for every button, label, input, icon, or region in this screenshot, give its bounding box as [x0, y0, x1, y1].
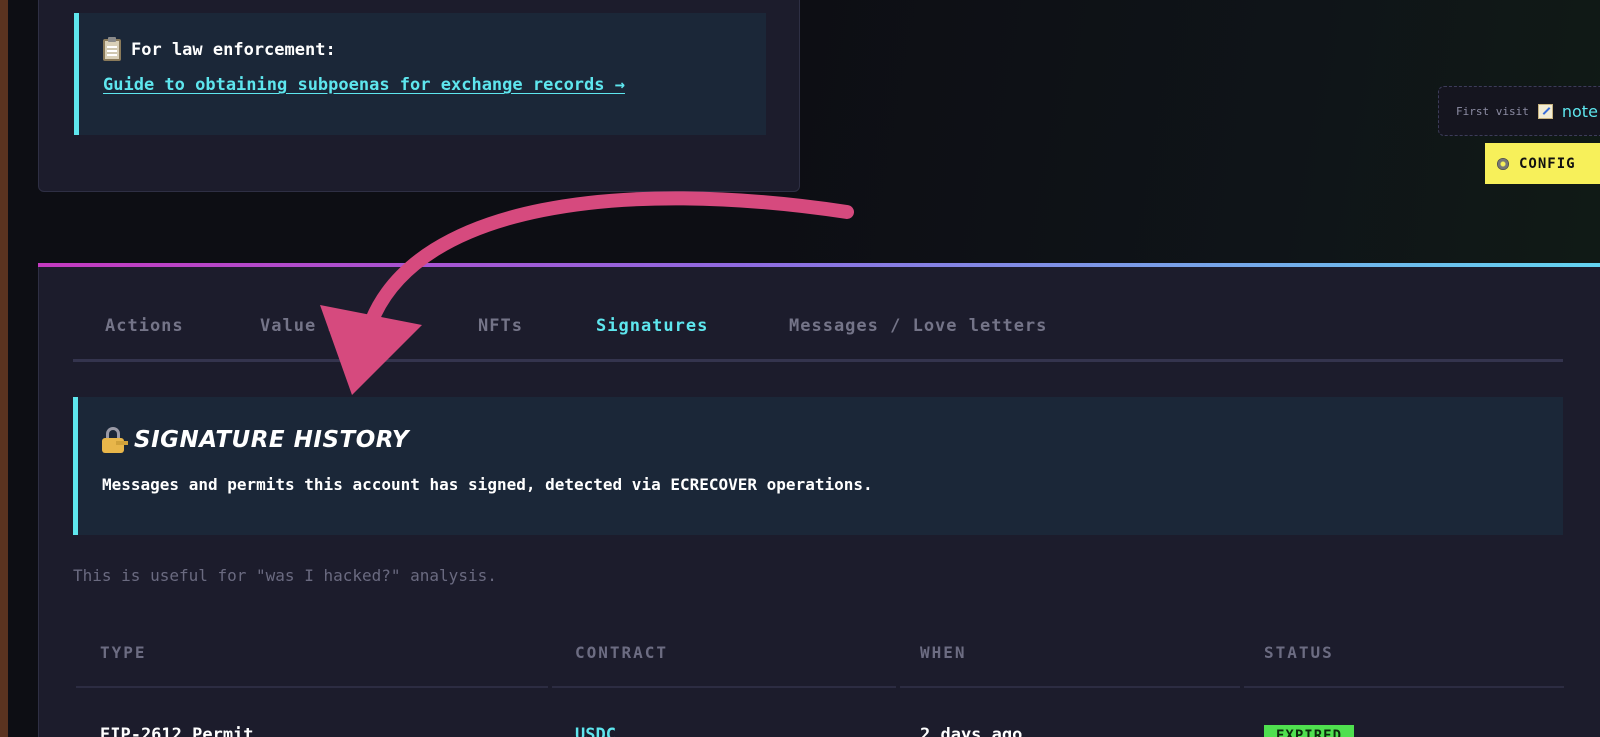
signature-type-cell: EIP-2612 Permit	[100, 725, 254, 737]
signature-history-callout: SIGNATURE HISTORY Messages and permits t…	[73, 397, 1563, 535]
signature-when-cell: 2 days ago	[920, 725, 1023, 737]
config-button[interactable]: CONFIG	[1485, 143, 1600, 184]
signature-history-heading: SIGNATURE HISTORY	[102, 427, 1563, 453]
law-enforcement-heading: For law enforcement:	[103, 37, 766, 61]
note-link[interactable]: note	[1562, 102, 1598, 121]
tab-signatures[interactable]: Signatures	[596, 316, 708, 336]
first-visit-label: First visit	[1456, 104, 1529, 118]
tab-bar: Actions Value Flows NFTs Signatures Mess…	[73, 304, 1563, 362]
column-header-type: TYPE	[100, 643, 147, 662]
signature-contract-link[interactable]: USDC	[575, 725, 616, 737]
law-enforcement-card: For law enforcement: Guide to obtaining …	[38, 0, 800, 192]
header-divider	[1244, 686, 1564, 688]
status-badge: EXPIRED	[1264, 725, 1355, 737]
tab-nfts[interactable]: NFTs	[478, 316, 523, 336]
law-enforcement-callout: For law enforcement: Guide to obtaining …	[74, 13, 766, 135]
config-label: CONFIG	[1519, 155, 1576, 172]
subpoena-guide-link[interactable]: Guide to obtaining subpoenas for exchang…	[103, 75, 625, 95]
tab-messages[interactable]: Messages / Love letters	[789, 316, 1047, 336]
column-header-status: STATUS	[1264, 643, 1334, 662]
column-header-when: WHEN	[920, 643, 967, 662]
lock-with-key-icon	[102, 427, 128, 453]
window-frame-edge	[0, 0, 8, 737]
header-divider	[552, 686, 896, 688]
pencil-icon	[1537, 103, 1553, 119]
clipboard-icon	[103, 37, 121, 61]
useful-note: This is useful for "was I hacked?" analy…	[73, 566, 497, 585]
gear-icon	[1497, 157, 1509, 170]
column-header-contract: CONTRACT	[575, 643, 669, 662]
panel-gradient-bar	[38, 263, 1600, 267]
signature-history-title: SIGNATURE HISTORY	[134, 427, 410, 453]
header-divider	[900, 686, 1240, 688]
law-enforcement-title: For law enforcement:	[131, 40, 336, 60]
header-divider	[76, 686, 548, 688]
tab-value-flows[interactable]: Value Flows	[260, 316, 384, 336]
signature-history-description: Messages and permits this account has si…	[102, 475, 873, 494]
first-visit-note[interactable]: First visit note	[1438, 86, 1600, 136]
tab-actions[interactable]: Actions	[105, 316, 184, 336]
